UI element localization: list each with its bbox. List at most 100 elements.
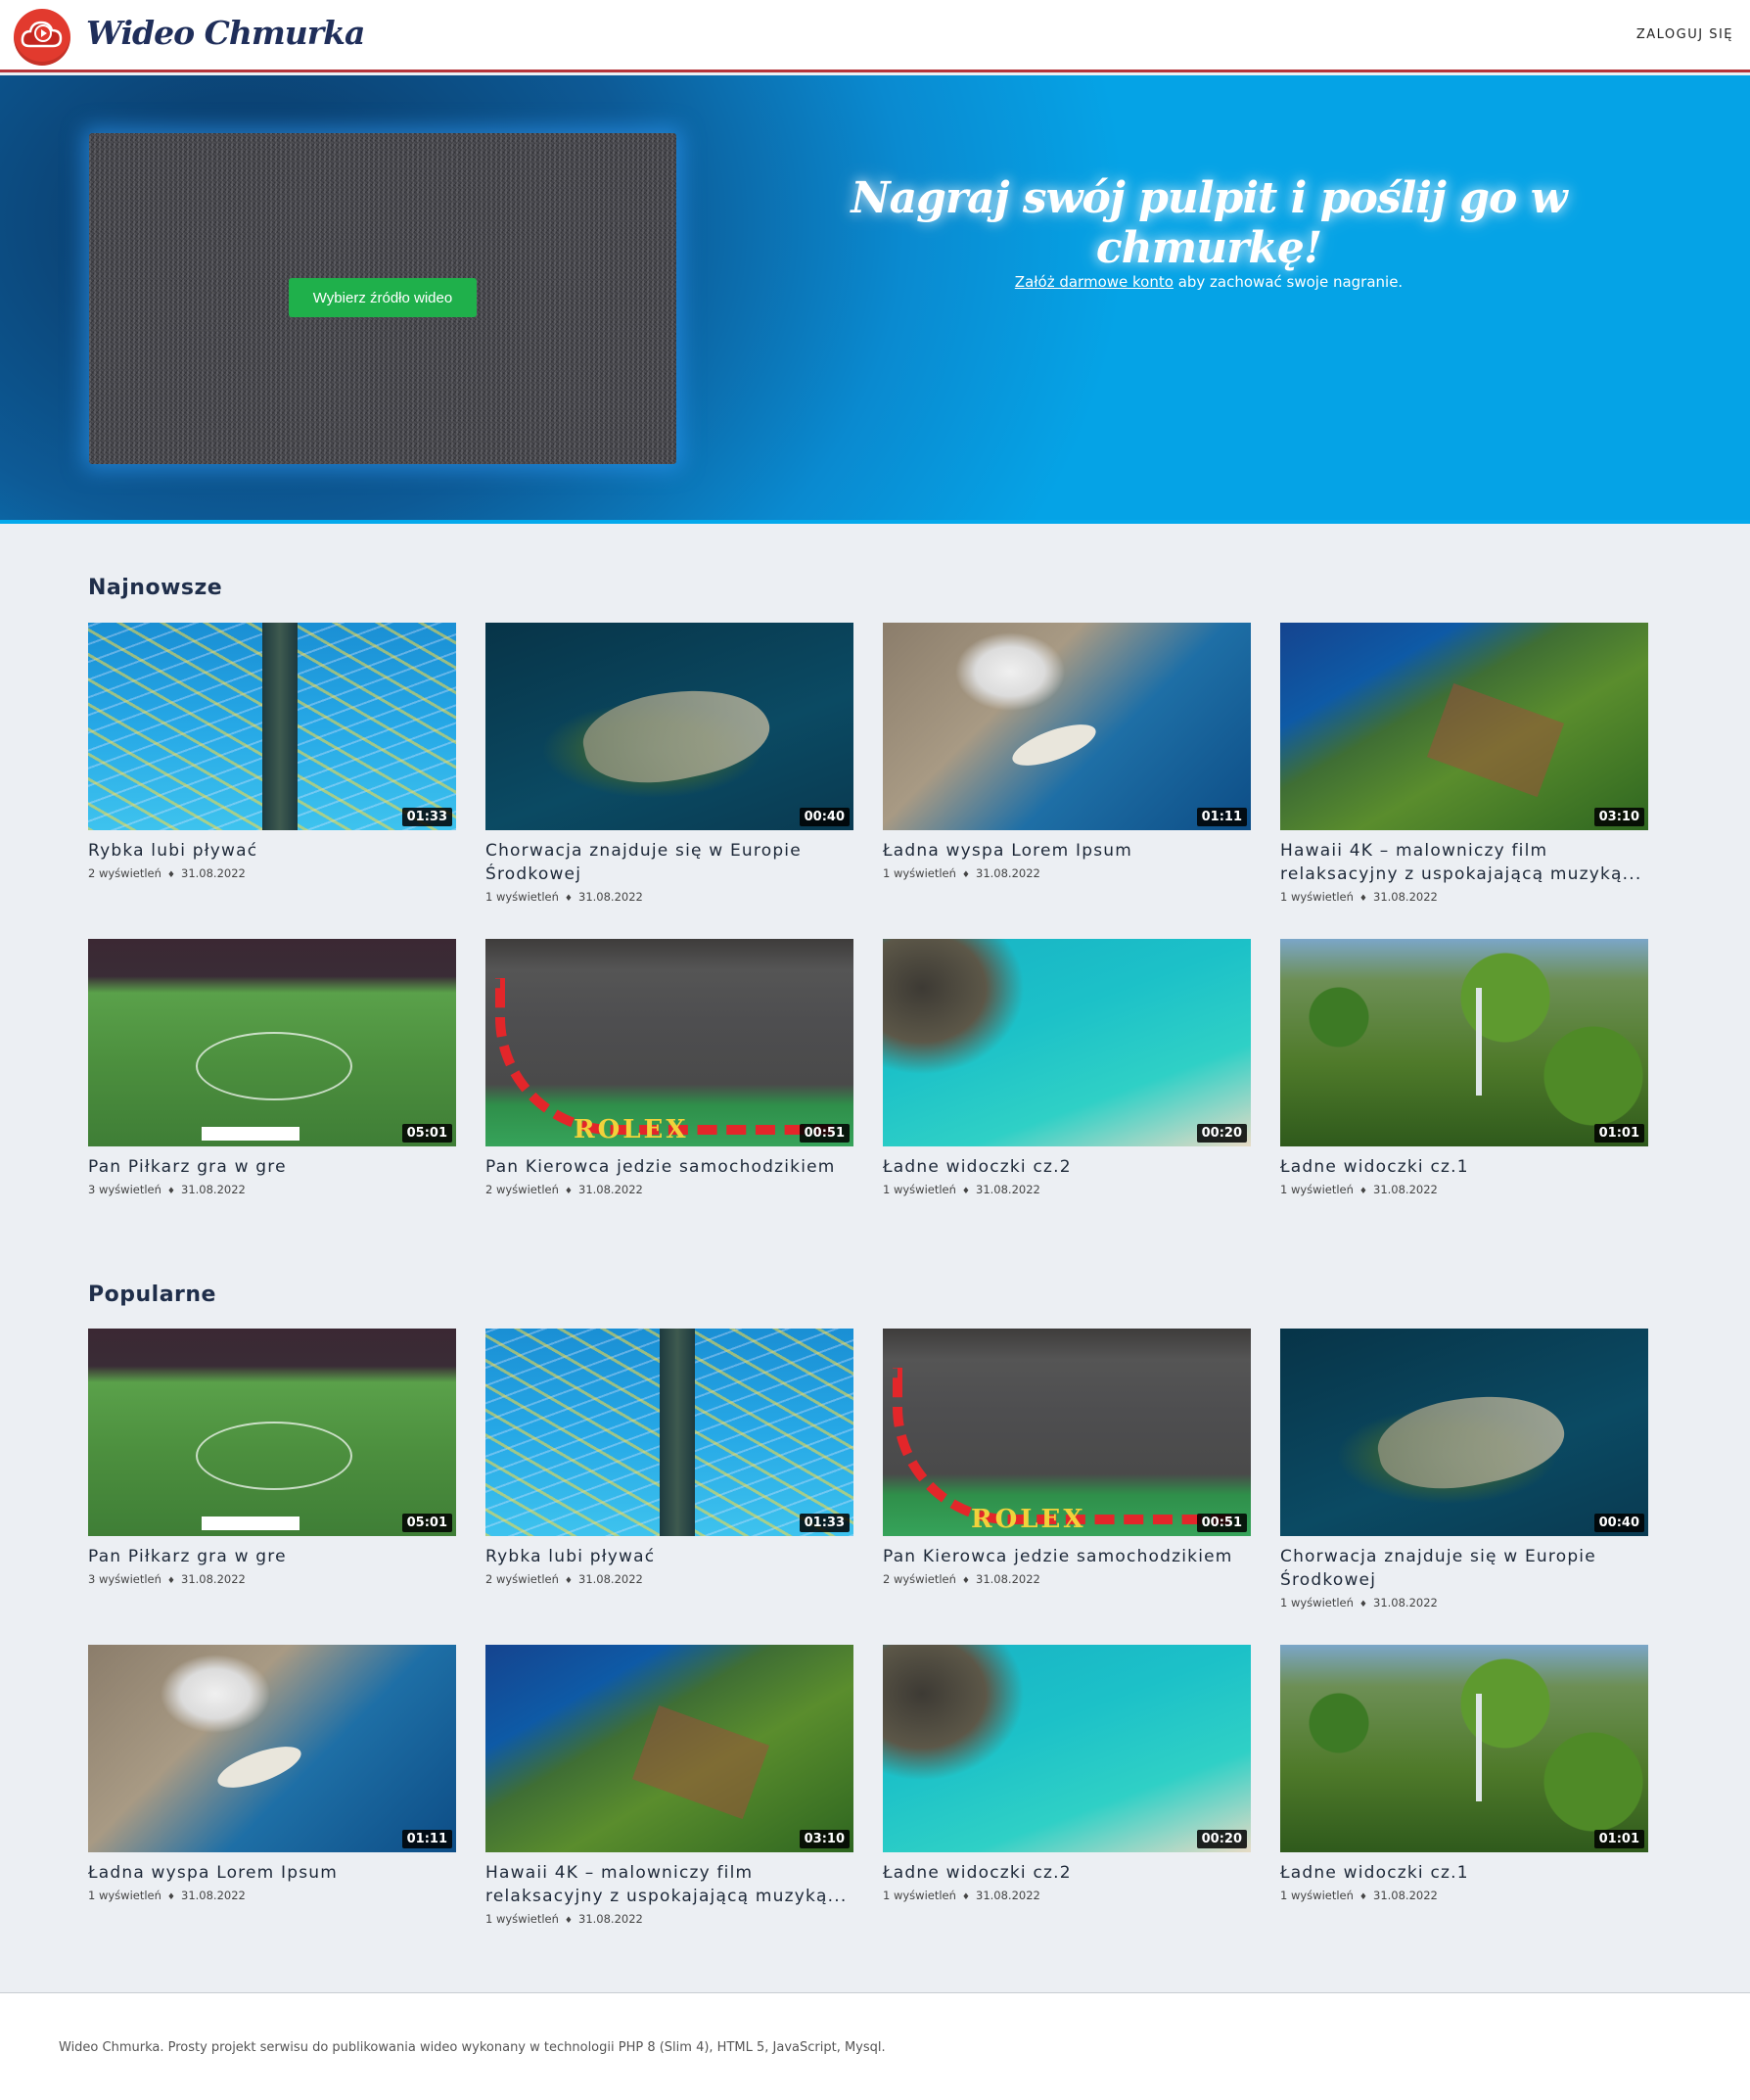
video-thumbnail[interactable]: 00:40 bbox=[1280, 1329, 1648, 1536]
track-kerb bbox=[495, 978, 838, 1135]
video-title[interactable]: Hawaii 4K – malowniczy film relaksacyjny… bbox=[1280, 839, 1648, 886]
video-thumbnail[interactable]: 03:10 bbox=[1280, 623, 1648, 830]
beach bbox=[212, 1738, 306, 1797]
video-thumbnail[interactable]: 05:01 bbox=[88, 939, 456, 1146]
video-preview-static: Wybierz źródło wideo bbox=[89, 133, 676, 464]
video-duration: 01:01 bbox=[1593, 1124, 1644, 1143]
video-thumbnail[interactable]: 01:33 bbox=[485, 1329, 853, 1536]
video-card[interactable]: 00:40 Chorwacja znajduje się w Europie Śr… bbox=[1280, 1329, 1648, 1610]
video-title[interactable]: Rybka lubi pływać bbox=[88, 839, 456, 863]
video-title[interactable]: Ładne widoczki cz.1 bbox=[1280, 1155, 1648, 1179]
video-card[interactable]: 00:20 Ładne widoczki cz.2 1 wyświetleń ♦ 31.… bbox=[883, 939, 1251, 1196]
video-card[interactable]: 00:40 Chorwacja znajduje się w Europie Śr… bbox=[485, 623, 853, 904]
site-logo-text[interactable]: Wideo Chmurka bbox=[86, 14, 365, 52]
video-date: 31.08.2022 bbox=[1373, 1596, 1438, 1610]
video-views: 1 wyświetleń bbox=[1280, 1183, 1354, 1196]
video-meta: 1 wyświetleń ♦ 31.08.2022 bbox=[1280, 1596, 1648, 1610]
video-card[interactable]: 01:11 Ładna wyspa Lorem Ipsum 1 wyświetleń… bbox=[88, 1645, 456, 1902]
video-title[interactable]: Pan Piłkarz gra w gre bbox=[88, 1155, 456, 1179]
video-title[interactable]: Hawaii 4K – malowniczy film relaksacyjny… bbox=[485, 1861, 853, 1908]
video-date: 31.08.2022 bbox=[976, 1183, 1040, 1196]
separator-dot-icon: ♦ bbox=[1359, 1600, 1367, 1610]
video-title[interactable]: Rybka lubi pływać bbox=[485, 1545, 853, 1568]
video-title[interactable]: Pan Kierowca jedzie samochodzikiem bbox=[883, 1545, 1251, 1568]
video-thumbnail[interactable]: 01:33 bbox=[88, 623, 456, 830]
separator-dot-icon: ♦ bbox=[166, 1187, 175, 1196]
video-title[interactable]: Ładna wyspa Lorem Ipsum bbox=[883, 839, 1251, 863]
video-duration: 01:33 bbox=[401, 808, 452, 826]
video-views: 2 wyświetleń bbox=[88, 866, 161, 880]
video-views: 1 wyświetleń bbox=[1280, 1889, 1354, 1902]
score-overlay bbox=[202, 1517, 299, 1530]
video-thumbnail[interactable]: 03:10 bbox=[485, 1645, 853, 1852]
track-sponsor: ROLEX bbox=[574, 1115, 689, 1144]
video-card[interactable]: 03:10 Hawaii 4K – malowniczy film relaksa… bbox=[485, 1645, 853, 1926]
separator-dot-icon: ♦ bbox=[961, 1892, 970, 1902]
video-meta: 1 wyświetleń ♦ 31.08.2022 bbox=[88, 1889, 456, 1902]
video-card[interactable]: 01:33 Rybka lubi pływać 2 wyświetleń ♦ 31.08… bbox=[88, 623, 456, 880]
video-title[interactable]: Ładne widoczki cz.2 bbox=[883, 1861, 1251, 1885]
video-card[interactable]: 01:01 Ładne widoczki cz.1 1 wyświetleń ♦ 31.… bbox=[1280, 1645, 1648, 1902]
video-card[interactable]: 01:11 Ładna wyspa Lorem Ipsum 1 wyświetleń… bbox=[883, 623, 1251, 880]
video-meta: 1 wyświetleń ♦ 31.08.2022 bbox=[883, 1889, 1251, 1902]
video-title[interactable]: Ładna wyspa Lorem Ipsum bbox=[88, 1861, 456, 1885]
video-title[interactable]: Ładne widoczki cz.1 bbox=[1280, 1861, 1648, 1885]
site-footer: Wideo Chmurka. Prosty projekt serwisu do… bbox=[0, 1992, 1750, 2100]
video-card[interactable]: 05:01 Pan Piłkarz gra w gre 3 wyświetleń ♦ 3… bbox=[88, 939, 456, 1196]
video-card[interactable]: 01:01 Ładne widoczki cz.1 1 wyświetleń ♦ 31.… bbox=[1280, 939, 1648, 1196]
hero-subtitle: Załóż darmowe konto aby zachować swoje n… bbox=[842, 273, 1576, 291]
video-title[interactable]: Pan Piłkarz gra w gre bbox=[88, 1545, 456, 1568]
video-thumbnail[interactable]: ROLEX 00:51 bbox=[485, 939, 853, 1146]
video-title[interactable]: Pan Kierowca jedzie samochodzikiem bbox=[485, 1155, 853, 1179]
separator-dot-icon: ♦ bbox=[1359, 1892, 1367, 1902]
video-duration: 05:01 bbox=[401, 1514, 452, 1532]
waterfall bbox=[1476, 988, 1482, 1096]
video-meta: 3 wyświetleń ♦ 31.08.2022 bbox=[88, 1572, 456, 1586]
video-views: 1 wyświetleń bbox=[485, 890, 559, 904]
video-date: 31.08.2022 bbox=[578, 1912, 643, 1926]
video-thumbnail[interactable]: ROLEX 00:51 bbox=[883, 1329, 1251, 1536]
video-views: 1 wyświetleń bbox=[883, 1183, 956, 1196]
video-title[interactable]: Chorwacja znajduje się w Europie Środkow… bbox=[485, 839, 853, 886]
video-thumbnail[interactable]: 01:11 bbox=[88, 1645, 456, 1852]
video-card[interactable]: ROLEX 00:51 Pan Kierowca jedzie samochodzi… bbox=[883, 1329, 1251, 1586]
video-card[interactable]: 05:01 Pan Piłkarz gra w gre 3 wyświetleń ♦ 3… bbox=[88, 1329, 456, 1586]
video-views: 1 wyświetleń bbox=[88, 1889, 161, 1902]
video-card[interactable]: 03:10 Hawaii 4K – malowniczy film relaksa… bbox=[1280, 623, 1648, 904]
beach bbox=[1007, 716, 1101, 774]
video-thumbnail[interactable]: 00:40 bbox=[485, 623, 853, 830]
separator-dot-icon: ♦ bbox=[961, 1576, 970, 1586]
cloud-play-logo-icon[interactable] bbox=[14, 9, 70, 66]
video-date: 31.08.2022 bbox=[976, 1572, 1040, 1586]
choose-video-source-button[interactable]: Wybierz źródło wideo bbox=[289, 278, 477, 317]
video-thumbnail[interactable]: 00:20 bbox=[883, 939, 1251, 1146]
video-card[interactable]: 00:20 Ładne widoczki cz.2 1 wyświetleń ♦ 31.… bbox=[883, 1645, 1251, 1902]
video-thumbnail[interactable]: 01:01 bbox=[1280, 939, 1648, 1146]
track-kerb bbox=[893, 1368, 1235, 1524]
video-card[interactable]: 01:33 Rybka lubi pływać 2 wyświetleń ♦ 31.08… bbox=[485, 1329, 853, 1586]
separator-dot-icon: ♦ bbox=[166, 1576, 175, 1586]
video-duration: 03:10 bbox=[1593, 808, 1644, 826]
create-account-link[interactable]: Załóż darmowe konto bbox=[1015, 273, 1174, 291]
video-title[interactable]: Chorwacja znajduje się w Europie Środkow… bbox=[1280, 1545, 1648, 1592]
video-meta: 3 wyświetleń ♦ 31.08.2022 bbox=[88, 1183, 456, 1196]
cliff bbox=[631, 1704, 770, 1820]
video-card[interactable]: ROLEX 00:51 Pan Kierowca jedzie samochodzi… bbox=[485, 939, 853, 1196]
video-thumbnail[interactable]: 01:01 bbox=[1280, 1645, 1648, 1852]
waterfall bbox=[1476, 1694, 1482, 1801]
separator-dot-icon: ♦ bbox=[166, 870, 175, 880]
cliff bbox=[1426, 682, 1565, 798]
video-thumbnail[interactable]: 05:01 bbox=[88, 1329, 456, 1536]
video-title[interactable]: Ładne widoczki cz.2 bbox=[883, 1155, 1251, 1179]
video-duration: 00:40 bbox=[1593, 1514, 1644, 1532]
login-link[interactable]: ZALOGUJ SIĘ bbox=[1636, 27, 1733, 42]
center-circle bbox=[196, 1422, 352, 1490]
section-title-popular: Popularne bbox=[88, 1283, 216, 1307]
video-thumbnail[interactable]: 00:20 bbox=[883, 1645, 1251, 1852]
video-thumbnail[interactable]: 01:11 bbox=[883, 623, 1251, 830]
separator-dot-icon: ♦ bbox=[961, 870, 970, 880]
video-duration: 00:40 bbox=[799, 808, 850, 826]
video-date: 31.08.2022 bbox=[181, 1183, 246, 1196]
video-duration: 05:01 bbox=[401, 1124, 452, 1143]
peninsula bbox=[1370, 1378, 1572, 1504]
